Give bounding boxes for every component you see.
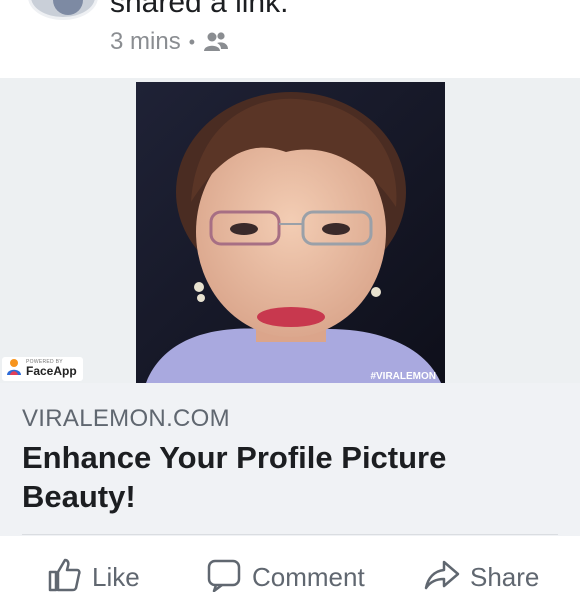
timestamp[interactable]: 3 mins — [110, 28, 181, 56]
friends-icon[interactable] — [203, 31, 229, 53]
like-button[interactable]: Like — [46, 556, 140, 599]
faceapp-badge: POWERED BY FaceApp — [2, 357, 83, 381]
viralemon-watermark: #VIRALEMON — [370, 371, 436, 382]
post-action-text: shared a link. — [110, 0, 289, 19]
link-photo[interactable]: #VIRALEMON — [136, 82, 445, 383]
like-label: Like — [92, 562, 140, 592]
faceapp-logo-icon — [5, 358, 23, 381]
comment-icon — [206, 556, 242, 599]
comment-label: Comment — [252, 562, 365, 592]
thumbs-up-icon — [46, 556, 82, 599]
action-bar: Like Comment Share — [0, 536, 580, 593]
faceapp-name: FaceApp — [26, 364, 77, 378]
link-domain: VIRALEMON.COM — [22, 405, 230, 432]
post-meta: 3 mins • — [110, 28, 229, 56]
share-button[interactable]: Share — [424, 556, 539, 599]
avatar[interactable] — [28, 0, 98, 20]
link-media[interactable]: #VIRALEMON POWERED BY FaceApp — [0, 78, 580, 383]
meta-separator: • — [188, 31, 195, 52]
divider — [22, 534, 558, 535]
comment-button[interactable]: Comment — [206, 556, 365, 599]
link-preview[interactable]: VIRALEMON.COM Enhance Your Profile Pictu… — [0, 383, 580, 536]
share-label: Share — [470, 562, 540, 592]
share-icon — [424, 556, 460, 599]
post-header: shared a link. 3 mins • — [0, 0, 580, 78]
link-title[interactable]: Enhance Your Profile Picture Beauty! — [22, 438, 562, 516]
